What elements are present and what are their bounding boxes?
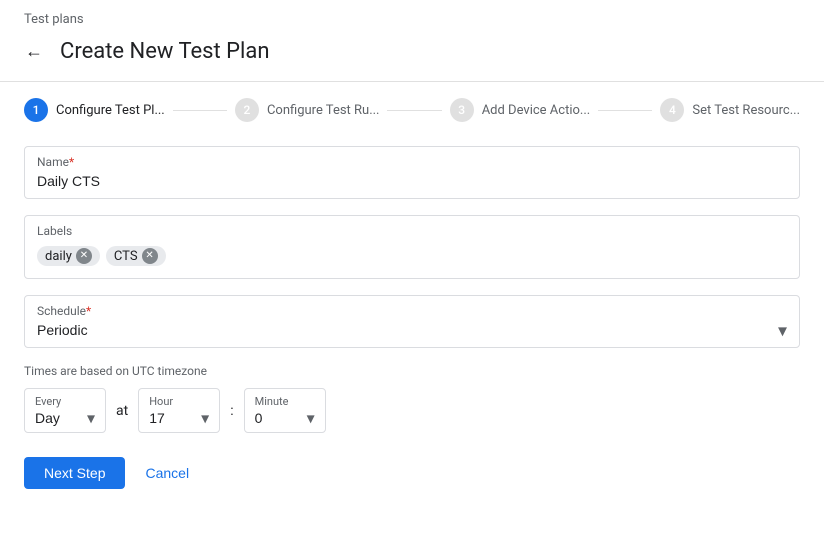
button-row: Next Step Cancel [0,457,824,489]
minute-select-wrapper: 0 ▾ [255,410,315,426]
back-button[interactable]: ← [16,33,52,69]
minute-field: Minute 0 ▾ [244,388,326,433]
every-select[interactable]: Day Hour Week [35,410,95,426]
timezone-note: Times are based on UTC timezone [24,364,800,378]
hour-label: Hour [149,395,209,408]
step-connector-2 [387,110,441,111]
name-field-group: Name* [24,146,800,199]
next-step-button[interactable]: Next Step [24,457,125,489]
step-3-label: Add Device Actio... [482,103,591,118]
step-4: 4 Set Test Resourc... [660,98,800,122]
labels-label: Labels [37,224,787,238]
colon-separator: : [230,403,233,419]
step-2-circle: 2 [235,98,259,122]
step-3-circle: 3 [450,98,474,122]
step-1-label: Configure Test Pl... [56,103,165,118]
step-1-circle: 1 [24,98,48,122]
step-3: 3 Add Device Actio... [450,98,591,122]
stepper: 1 Configure Test Pl... 2 Configure Test … [0,98,824,122]
step-1: 1 Configure Test Pl... [24,98,165,122]
chip-daily-text: daily [45,249,72,264]
chip-cts: CTS ✕ [106,246,166,266]
step-2: 2 Configure Test Ru... [235,98,380,122]
step-2-label: Configure Test Ru... [267,103,380,118]
chip-daily: daily ✕ [37,246,100,266]
step-4-label: Set Test Resourc... [692,103,800,118]
step-4-circle: 4 [660,98,684,122]
every-select-wrapper: Day Hour Week ▾ [35,410,95,426]
schedule-select[interactable]: Periodic Once Manual [37,322,787,338]
periodic-row: Every Day Hour Week ▾ at Hour 17 ▾ : [24,388,800,433]
hour-select-wrapper: 17 ▾ [149,410,209,426]
form: Name* Labels daily ✕ CTS ✕ Schedule* Per… [0,146,824,433]
hour-field: Hour 17 ▾ [138,388,220,433]
name-label: Name* [37,155,787,169]
hour-select[interactable]: 17 [149,410,209,426]
cancel-button[interactable]: Cancel [133,457,201,489]
schedule-field-group: Schedule* Periodic Once Manual ▾ [24,295,800,348]
chip-daily-remove[interactable]: ✕ [76,248,92,264]
labels-field-group: Labels daily ✕ CTS ✕ [24,215,800,279]
step-connector-3 [598,110,652,111]
page-title: Create New Test Plan [60,39,270,64]
schedule-label: Schedule* [37,304,787,318]
step-connector-1 [173,110,227,111]
breadcrumb: Test plans [0,0,824,27]
labels-chips-container: daily ✕ CTS ✕ [37,242,787,270]
minute-select[interactable]: 0 [255,410,315,426]
at-label: at [116,403,128,419]
name-input[interactable] [37,173,787,189]
chip-cts-remove[interactable]: ✕ [142,248,158,264]
every-label: Every [35,395,95,408]
every-field: Every Day Hour Week ▾ [24,388,106,433]
minute-label: Minute [255,395,315,408]
header-divider [0,81,824,82]
schedule-select-wrapper: Periodic Once Manual ▾ [37,322,787,339]
chip-cts-text: CTS [114,249,138,264]
